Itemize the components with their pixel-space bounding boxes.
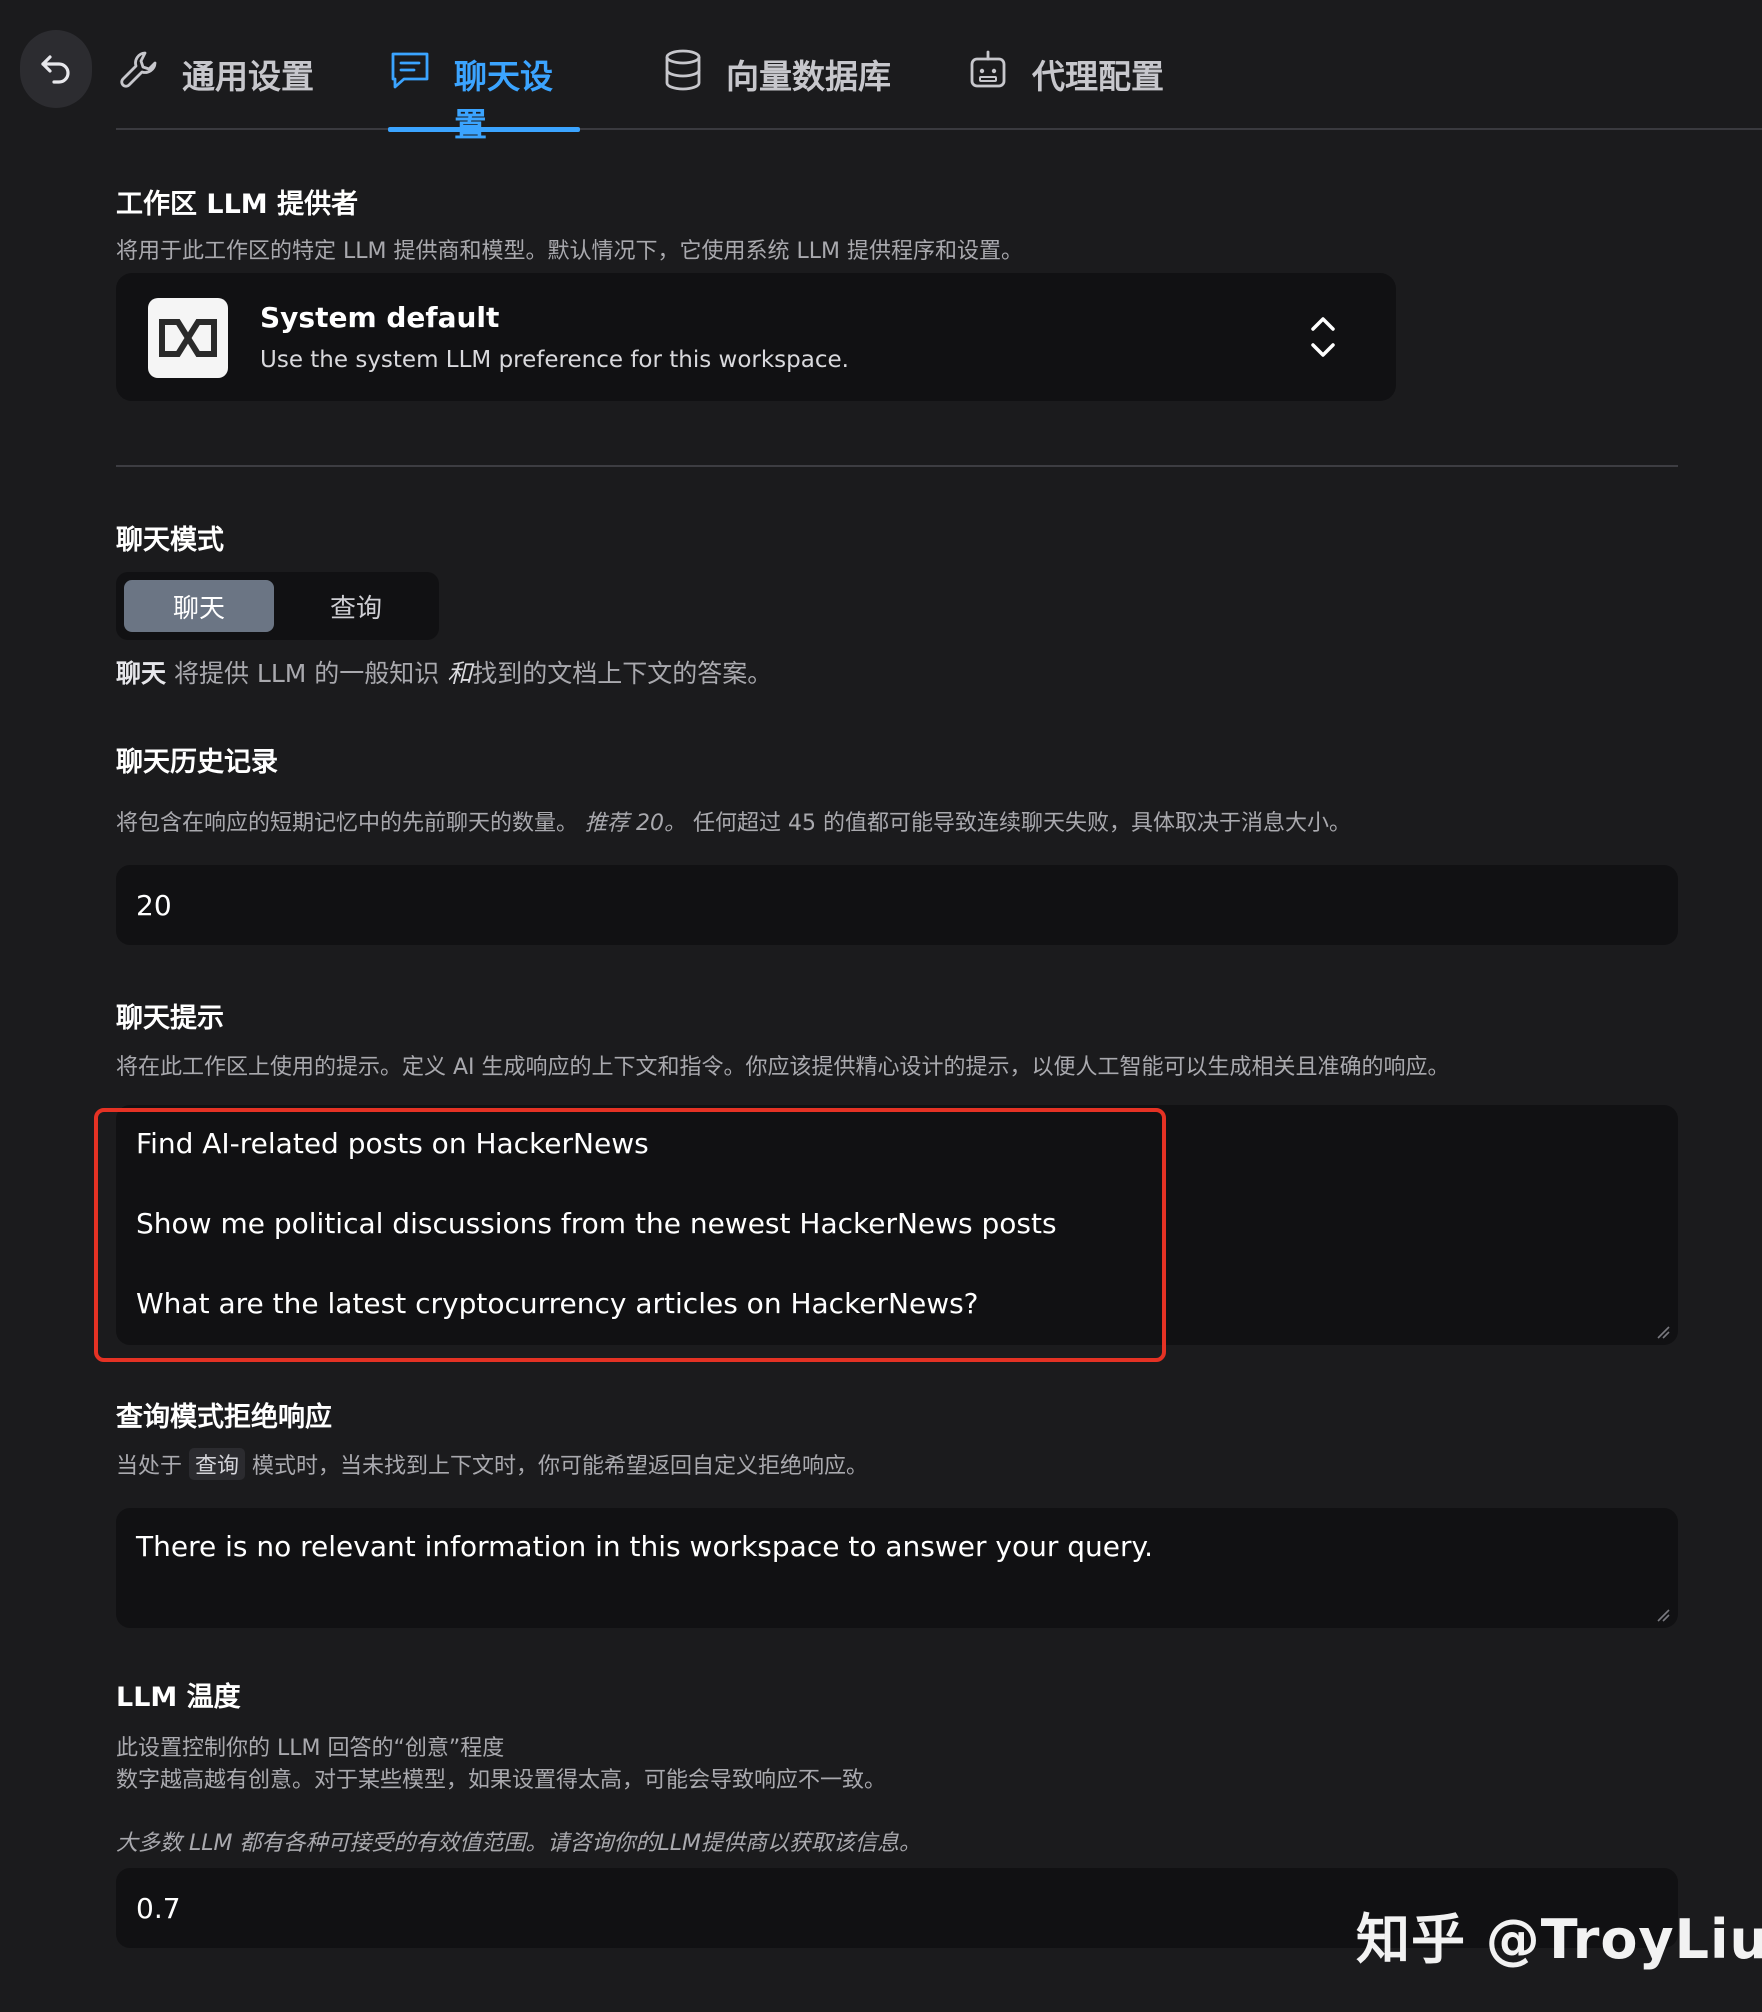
section-divider [116, 465, 1678, 467]
chat-mode-description: 聊天 将提供 LLM 的一般知识 和找到的文档上下文的答案。 [116, 654, 772, 690]
robot-icon [970, 50, 1006, 88]
provider-select[interactable]: System default Use the system LLM prefer… [116, 273, 1396, 401]
chat-mode-desc-part2: 找到的文档上下文的答案。 [472, 659, 773, 688]
chat-mode-desc-part1: 将提供 LLM 的一般知识 [166, 659, 448, 688]
chat-mode-desc-italic: 和 [447, 659, 473, 688]
provider-title: 工作区 LLM 提供者 [116, 189, 359, 220]
history-description: 将包含在响应的短期记忆中的先前聊天的数量。 推荐 20。 任何超过 45 的值都… [116, 805, 1351, 837]
tab-general-settings-label: 通用设置 [182, 57, 314, 96]
resize-handle-icon[interactable] [1656, 1325, 1670, 1339]
mode-query-button[interactable]: 查询 [281, 580, 431, 632]
prompt-title: 聊天提示 [116, 1003, 224, 1034]
mode-chat-button[interactable]: 聊天 [124, 580, 274, 632]
chat-mode-toggle: 聊天 查询 [116, 572, 439, 640]
tab-vector-database[interactable]: 向量数据库 [662, 40, 891, 130]
refusal-desc-part2: 模式时，当未找到上下文时，你可能希望返回自定义拒绝响应。 [245, 1454, 869, 1479]
tab-chat-settings[interactable]: 聊天设置 [388, 40, 580, 144]
refusal-textarea[interactable]: There is no relevant information in this… [116, 1508, 1678, 1628]
prompt-line: What are the latest cryptocurrency artic… [136, 1287, 979, 1320]
anythingllm-logo-icon [159, 319, 217, 357]
chat-mode-title: 聊天模式 [116, 525, 224, 556]
provider-subtitle: Use the system LLM preference for this w… [260, 347, 849, 373]
prompt-description: 将在此工作区上使用的提示。定义 AI 生成响应的上下文和指令。你应该提供精心设计… [116, 1055, 1450, 1080]
history-desc-italic: 推荐 20。 [585, 811, 687, 836]
history-value: 20 [136, 888, 172, 922]
resize-handle-icon[interactable] [1656, 1608, 1670, 1622]
refusal-title: 查询模式拒绝响应 [116, 1402, 332, 1433]
settings-tabs: 通用设置 聊天设置 向量数据库 代理配置 [116, 0, 1762, 144]
chat-mode-desc-bold: 聊天 [116, 659, 167, 688]
temperature-desc-line1: 此设置控制你的 LLM 回答的“创意”程度 [116, 1736, 505, 1761]
refusal-description: 当处于 查询 模式时，当未找到上下文时，你可能希望返回自定义拒绝响应。 [116, 1448, 868, 1480]
database-icon [665, 49, 701, 91]
temperature-title: LLM 温度 [116, 1682, 241, 1713]
provider-logo [148, 298, 228, 378]
history-input[interactable]: 20 [116, 865, 1678, 945]
prompt-textarea[interactable]: Find AI-related posts on HackerNews Show… [116, 1105, 1678, 1345]
query-mode-chip: 查询 [189, 1448, 246, 1480]
history-title: 聊天历史记录 [116, 747, 278, 778]
prompt-line: Show me political discussions from the n… [136, 1207, 1057, 1240]
history-desc-part2: 任何超过 45 的值都可能导致连续聊天失败，具体取决于消息大小。 [693, 811, 1351, 836]
chat-settings-page: 通用设置 聊天设置 向量数据库 代理配置 工作区 LLM 提供者 将用于此工作区… [0, 0, 1762, 2012]
refusal-value: There is no relevant information in this… [136, 1530, 1153, 1563]
tab-general-settings[interactable]: 通用设置 [118, 40, 314, 130]
wrench-icon [120, 51, 157, 88]
chat-icon [391, 52, 429, 89]
temperature-desc-line2: 数字越高越有创意。对于某些模型，如果设置得太高，可能会导致响应不一致。 [116, 1768, 887, 1793]
temperature-value: 0.7 [136, 1891, 181, 1925]
refusal-desc-part1: 当处于 [116, 1454, 189, 1479]
back-arrow-icon [41, 55, 70, 84]
provider-name: System default [260, 301, 500, 334]
tab-chat-settings-label: 聊天设置 [454, 57, 553, 144]
back-button[interactable] [20, 30, 92, 108]
chevron-up-down-icon [1311, 317, 1335, 357]
tab-agent-config[interactable]: 代理配置 [966, 40, 1164, 130]
temperature-note: 大多数 LLM 都有各种可接受的有效值范围。请咨询你的LLM提供商以获取该信息。 [116, 1831, 921, 1856]
provider-description: 将用于此工作区的特定 LLM 提供商和模型。默认情况下，它使用系统 LLM 提供… [116, 239, 1023, 264]
history-desc-part1: 将包含在响应的短期记忆中的先前聊天的数量。 [116, 811, 579, 836]
prompt-line: Find AI-related posts on HackerNews [136, 1127, 649, 1160]
watermark: 知乎 @TroyLiu [1356, 1908, 1762, 1971]
tab-agent-config-label: 代理配置 [1032, 57, 1164, 96]
tab-vector-database-label: 向量数据库 [726, 57, 891, 96]
